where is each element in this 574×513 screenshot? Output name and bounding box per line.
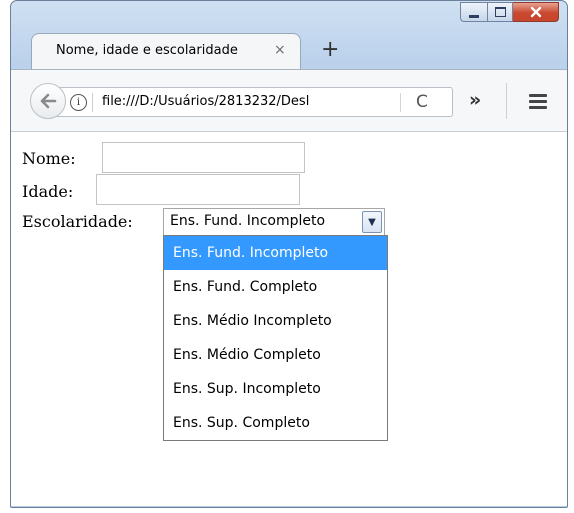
toolbar-divider (506, 83, 507, 119)
info-icon[interactable]: i (70, 94, 87, 111)
dropdown-option[interactable]: Ens. Médio Completo (164, 338, 387, 372)
tab-active[interactable]: Nome, idade e escolaridade × (31, 33, 301, 70)
nome-input[interactable] (102, 142, 305, 173)
hamburger-menu-icon[interactable] (529, 94, 547, 112)
new-tab-button[interactable]: + (321, 37, 339, 62)
reload-divider (400, 93, 401, 112)
maximize-icon (494, 7, 506, 17)
back-button[interactable] (30, 83, 66, 119)
dropdown-option[interactable]: Ens. Fund. Completo (164, 270, 387, 304)
navigation-toolbar: i file:///D:/Usuários/2813232/Desl C » (11, 69, 567, 131)
overflow-chevron-icon[interactable]: » (469, 89, 481, 111)
nome-label: Nome: (22, 149, 76, 168)
dropdown-option[interactable]: Ens. Médio Incompleto (164, 304, 387, 338)
back-arrow-icon (40, 93, 57, 109)
escolaridade-dropdown-list: Ens. Fund. Incompleto Ens. Fund. Complet… (163, 235, 388, 441)
idade-input[interactable] (96, 174, 300, 205)
reload-icon[interactable]: C (416, 92, 428, 112)
tab-title: Nome, idade e escolaridade (56, 43, 238, 58)
window-controls (460, 2, 559, 22)
minimize-icon (469, 14, 479, 18)
escolaridade-selected-value: Ens. Fund. Incompleto (170, 213, 326, 229)
tab-close-icon[interactable]: × (274, 42, 286, 58)
url-text[interactable]: file:///D:/Usuários/2813232/Desl (102, 94, 392, 109)
escolaridade-select[interactable]: Ens. Fund. Incompleto ▼ (163, 208, 385, 236)
url-bar[interactable]: i file:///D:/Usuários/2813232/Desl C (55, 87, 453, 117)
dropdown-option[interactable]: Ens. Fund. Incompleto (164, 236, 387, 270)
close-icon (530, 6, 541, 18)
close-window-button[interactable] (513, 2, 559, 22)
maximize-button[interactable] (487, 2, 513, 22)
tab-strip: Nome, idade e escolaridade × + (31, 33, 551, 70)
chevron-down-icon[interactable]: ▼ (362, 211, 382, 233)
escolaridade-label: Escolaridade: (22, 212, 133, 231)
dropdown-option[interactable]: Ens. Sup. Incompleto (164, 372, 387, 406)
url-divider (92, 93, 93, 112)
idade-label: Idade: (22, 182, 74, 201)
dropdown-option[interactable]: Ens. Sup. Completo (164, 406, 387, 440)
minimize-button[interactable] (460, 2, 487, 22)
page-content: Nome: Idade: Escolaridade: Ens. Fund. In… (11, 131, 567, 506)
